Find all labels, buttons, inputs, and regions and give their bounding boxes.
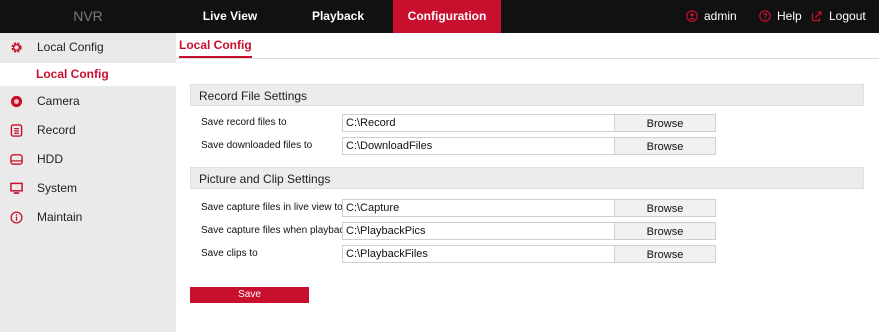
sidebar-item-label: System	[37, 181, 78, 195]
brand-logo: NVR	[73, 8, 103, 24]
camera-icon	[10, 95, 23, 108]
section-header-picture: Picture and Clip Settings	[190, 167, 864, 189]
sidebar-item-maintain[interactable]: Maintain	[0, 203, 176, 232]
sidebar-item-camera[interactable]: Camera	[0, 87, 176, 116]
hdd-icon	[10, 154, 23, 165]
sidebar-subitem-local-config[interactable]: Local Config	[0, 63, 176, 86]
sidebar-item-record[interactable]: Record	[0, 116, 176, 145]
record-path-input[interactable]	[342, 114, 616, 132]
download-path-input[interactable]	[342, 137, 616, 155]
help-link[interactable]: Help	[759, 0, 802, 33]
sidebar-item-hdd[interactable]: HDD	[0, 145, 176, 174]
sidebar-item-label: Camera	[37, 94, 80, 108]
help-label: Help	[777, 9, 802, 23]
user-icon	[686, 10, 698, 22]
user-name: admin	[704, 9, 737, 23]
browse-playback-capture-button[interactable]: Browse	[614, 222, 716, 240]
playback-capture-label: Save capture files when playback to	[201, 225, 361, 236]
record-icon	[10, 124, 23, 137]
browse-clips-button[interactable]: Browse	[614, 245, 716, 263]
download-path-label: Save downloaded files to	[201, 140, 313, 151]
sidebar-item-label: Record	[37, 123, 76, 137]
sidebar-item-label: Maintain	[37, 210, 83, 224]
liveview-capture-input[interactable]	[342, 199, 616, 217]
logout-link[interactable]: Logout	[811, 0, 866, 33]
record-path-label: Save record files to	[201, 117, 287, 128]
clips-path-input[interactable]	[342, 245, 616, 263]
help-icon	[759, 10, 771, 22]
browse-liveview-capture-button[interactable]: Browse	[614, 199, 716, 217]
logout-icon	[811, 11, 822, 21]
section-header-record: Record File Settings	[190, 84, 864, 106]
sidebar-subitem-label: Local Config	[36, 67, 109, 81]
nav-tab-configuration[interactable]: Configuration	[393, 0, 501, 33]
user-menu[interactable]: admin	[686, 0, 737, 33]
sidebar: Local Config Local Config Camera Record …	[0, 33, 176, 332]
browse-download-button[interactable]: Browse	[614, 137, 716, 155]
liveview-capture-label: Save capture files in live view to	[201, 202, 343, 213]
clips-path-label: Save clips to	[201, 248, 258, 259]
tab-divider	[176, 58, 879, 59]
sidebar-item-system[interactable]: System	[0, 174, 176, 203]
logout-label: Logout	[829, 9, 866, 23]
save-button[interactable]: Save	[190, 287, 309, 303]
gear-icon	[11, 42, 22, 53]
nav-tab-playback[interactable]: Playback	[284, 0, 392, 33]
monitor-icon	[10, 182, 23, 194]
sidebar-item-local-config[interactable]: Local Config	[0, 33, 176, 62]
playback-capture-input[interactable]	[342, 222, 616, 240]
info-icon	[10, 211, 23, 224]
nav-tab-live-view[interactable]: Live View	[176, 0, 284, 33]
sidebar-item-label: Local Config	[37, 40, 104, 54]
top-bar: NVR Live View Playback Configuration adm…	[0, 0, 879, 33]
sidebar-item-label: HDD	[37, 152, 63, 166]
browse-record-button[interactable]: Browse	[614, 114, 716, 132]
tab-local-config[interactable]: Local Config	[179, 35, 252, 58]
